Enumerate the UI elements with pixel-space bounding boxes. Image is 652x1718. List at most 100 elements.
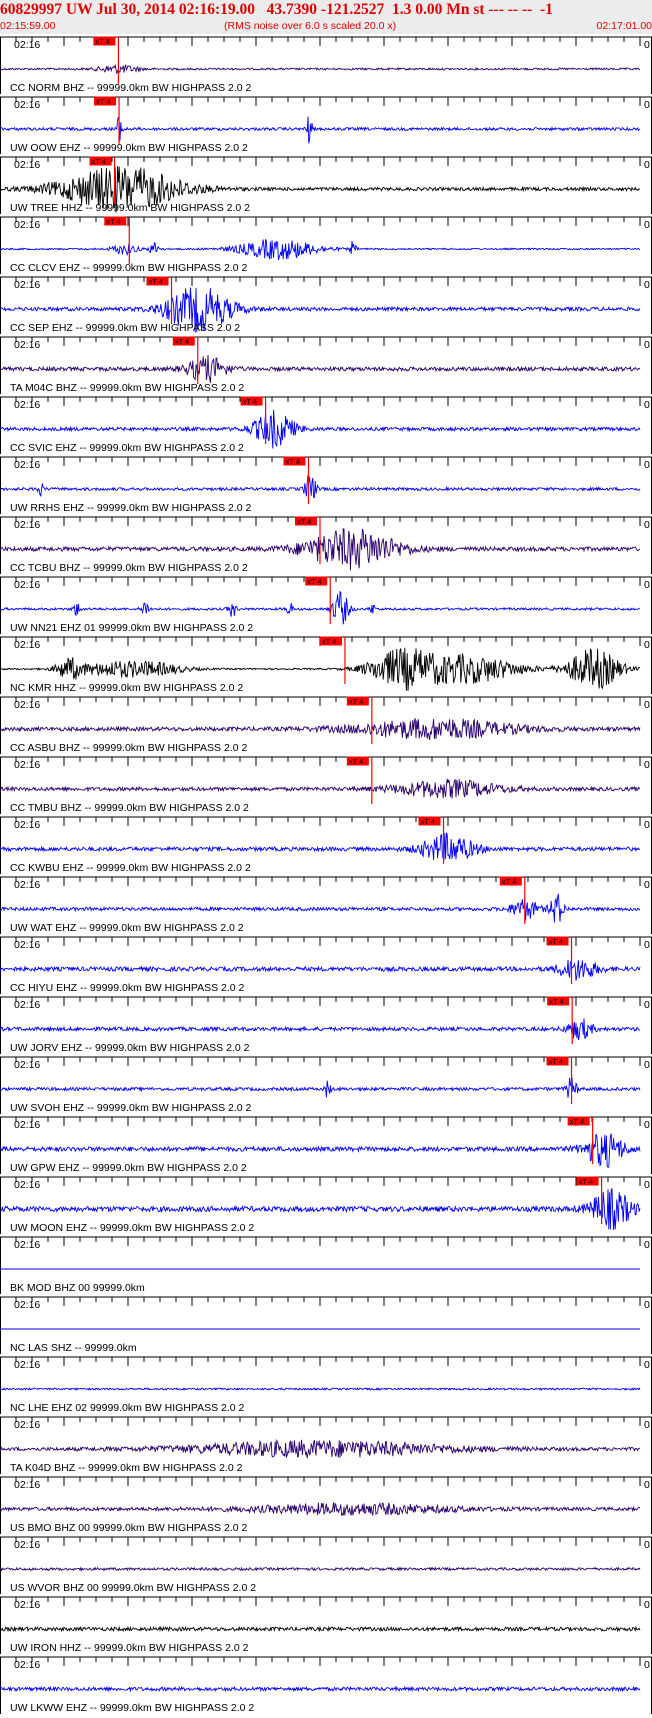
trace-21: 02:16 0 NC LAS SHZ -- 99999.0km xyxy=(0,1296,652,1354)
pick-label: xT 4 xyxy=(579,1177,593,1186)
right-tick-label: 0 xyxy=(644,1539,650,1551)
right-tick-label: 0 xyxy=(644,519,650,531)
right-tick-label: 0 xyxy=(644,1299,650,1311)
station-label: CC HIYU EHZ -- 99999.0km BW HIGHPASS 2.0… xyxy=(10,982,245,994)
right-tick-label: 0 xyxy=(644,1239,650,1251)
right-tick-label: 0 xyxy=(644,1119,650,1131)
pick-label: xT 4 xyxy=(243,397,257,406)
pick-label: xT 4 xyxy=(96,97,110,106)
station-label: UW WAT EHZ -- 99999.0km BW HIGHPASS 2.0 … xyxy=(10,922,244,934)
tick-label: 02:16 xyxy=(14,1119,40,1131)
station-label: NC LAS SHZ -- 99999.0km xyxy=(10,1342,137,1354)
station-label: CC CLCV EHZ -- 99999.0km BW HIGHPASS 2.0… xyxy=(10,262,247,274)
pick-label: xT 4 xyxy=(297,517,311,526)
trace-6: 02:16 0 xT 4 CC SVIC EHZ -- 99999.0km BW HI… xyxy=(0,396,652,454)
waveform xyxy=(0,239,641,261)
station-label: UW IRON HHZ -- 99999.0km BW HIGHPASS 2.0… xyxy=(10,1642,249,1654)
waveform xyxy=(0,354,641,383)
trace-5: 02:16 0 xT 4 TA M04C BHZ -- 99999.0km BW HI… xyxy=(0,336,652,394)
pick-label: xT 4 xyxy=(570,1117,584,1126)
trace-4: 02:16 0 xT 4 CC SEP EHZ -- 99999.0km BW HIG… xyxy=(0,276,652,334)
pick-label: xT 4 xyxy=(307,577,321,586)
tick-label: 02:16 xyxy=(14,639,40,651)
right-tick-label: 0 xyxy=(644,819,650,831)
tick-label: 02:16 xyxy=(14,1059,40,1071)
pick-label: xT 4 xyxy=(549,997,563,1006)
right-tick-label: 0 xyxy=(644,759,650,771)
pick-label: xT 4 xyxy=(95,37,109,46)
right-tick-label: 0 xyxy=(644,939,650,951)
waveform xyxy=(0,1018,641,1041)
tick-label: 02:16 xyxy=(14,1179,40,1191)
trace-1: 02:16 0 xT 4 UW OOW EHZ -- 99999.0km BW HIG… xyxy=(0,96,652,154)
trace-8: 02:16 0 xT 4 CC TCBU BHZ -- 99999.0km BW HI… xyxy=(0,516,652,574)
station-label: UW SVOH EHZ -- 99999.0km BW HIGHPASS 2.0… xyxy=(10,1102,252,1114)
station-label: UW NN21 EHZ 01 99999.0km BW HIGHPASS 2.0… xyxy=(10,622,253,634)
waveform xyxy=(0,718,641,740)
trace-25: 02:16 0 US WVOR BHZ 00 99999.0km BW HIGHPA… xyxy=(0,1536,652,1594)
trace-11: 02:16 0 xT 4 CC ASBU BHZ -- 99999.0km BW HI… xyxy=(0,696,652,754)
waveform xyxy=(0,63,641,74)
tick-label: 02:16 xyxy=(14,219,40,231)
trace-20: 02:16 0 BK MOD BHZ 00 99999.0km xyxy=(0,1236,652,1294)
right-tick-label: 0 xyxy=(644,219,650,231)
trace-16: 02:16 0 xT 4 UW JORV EHZ -- 99999.0km BW HI… xyxy=(0,996,652,1054)
waveform xyxy=(0,1625,641,1633)
right-tick-label: 0 xyxy=(644,1599,650,1611)
trace-27: 02:16 0 UW LKWW EHZ -- 99999.0km BW HIGHPA… xyxy=(0,1656,652,1714)
trace-18: 02:16 0 xT 4 UW GPW EHZ -- 99999.0km BW HIG… xyxy=(0,1116,652,1174)
tick-label: 02:16 xyxy=(14,1539,40,1551)
trace-17: 02:16 0 xT 4 UW SVOH EHZ -- 99999.0km BW HI… xyxy=(0,1056,652,1114)
right-tick-label: 0 xyxy=(644,459,650,471)
tick-label: 02:16 xyxy=(14,39,40,51)
pick-label: xT 4 xyxy=(149,277,163,286)
waveform xyxy=(0,1438,641,1459)
waveform xyxy=(0,893,641,923)
station-label: CC NORM BHZ -- 99999.0km BW HIGHPASS 2.0… xyxy=(10,82,252,94)
pick-label: xT 4 xyxy=(421,817,435,826)
trace-9: 02:16 0 xT 4 UW NN21 EHZ 01 99999.0km BW HI… xyxy=(0,576,652,634)
pick-label: xT 4 xyxy=(549,937,563,946)
right-tick-label: 0 xyxy=(644,39,650,51)
station-label: TA M04C BHZ -- 99999.0km BW HIGHPASS 2.0… xyxy=(10,382,244,394)
station-label: CC TMBU BHZ -- 99999.0km BW HIGHPASS 2.0… xyxy=(10,802,249,814)
station-label: US BMO BHZ 00 99999.0km BW HIGHPASS 2.0 … xyxy=(10,1522,247,1534)
start-time: 02:15:59.00 xyxy=(0,20,56,32)
tick-label: 02:16 xyxy=(14,339,40,351)
right-tick-label: 0 xyxy=(644,279,650,291)
tick-label: 02:16 xyxy=(14,759,40,771)
right-tick-label: 0 xyxy=(644,879,650,891)
tick-label: 02:16 xyxy=(14,879,40,891)
station-label: UW JORV EHZ -- 99999.0km BW HIGHPASS 2.0… xyxy=(10,1042,250,1054)
tick-label: 02:16 xyxy=(14,279,40,291)
trace-0: 02:16 0 xT 4 CC NORM BHZ -- 99999.0km BW HI… xyxy=(0,36,652,94)
tick-label: 02:16 xyxy=(14,999,40,1011)
tick-label: 02:16 xyxy=(14,1479,40,1491)
pick-label: xT 4 xyxy=(322,637,336,646)
right-tick-label: 0 xyxy=(644,399,650,411)
tick-label: 02:16 xyxy=(14,1299,40,1311)
right-tick-label: 0 xyxy=(644,99,650,111)
end-time: 02:17:01.00 xyxy=(596,20,652,32)
waveform xyxy=(0,1387,641,1391)
right-tick-label: 0 xyxy=(644,699,650,711)
trace-7: 02:16 0 xT 4 UW RRHS EHZ -- 99999.0km BW HI… xyxy=(0,456,652,514)
right-tick-label: 0 xyxy=(644,339,650,351)
tick-label: 02:16 xyxy=(14,519,40,531)
trace-3: 02:16 0 xT 4 CC CLCV EHZ -- 99999.0km BW HI… xyxy=(0,216,652,274)
noise-note: (RMS noise over 6.0 s scaled 20.0 x) xyxy=(224,20,397,32)
trace-19: 02:16 0 xT 4 UW MOON EHZ -- 99999.0km BW HI… xyxy=(0,1176,652,1234)
waveform xyxy=(0,959,641,981)
waveform xyxy=(0,116,641,144)
tick-label: 02:16 xyxy=(14,939,40,951)
seismogram-panel: 02:16 0 xT 4 CC NORM BHZ -- 99999.0km BW HI… xyxy=(0,36,652,1714)
waveform xyxy=(0,474,641,499)
tick-label: 02:16 xyxy=(14,399,40,411)
tick-label: 02:16 xyxy=(14,99,40,111)
tick-label: 02:16 xyxy=(14,1659,40,1671)
pick-label: xT 4 xyxy=(285,457,299,466)
trace-23: 02:16 0 TA K04D BHZ -- 99999.0km BW HIGHPA… xyxy=(0,1416,652,1474)
waveform xyxy=(0,1501,640,1516)
trace-24: 02:16 0 US BMO BHZ 00 99999.0km BW HIGHPAS… xyxy=(0,1476,652,1534)
station-label: CC KWBU EHZ -- 99999.0km BW HIGHPASS 2.0… xyxy=(10,862,251,874)
